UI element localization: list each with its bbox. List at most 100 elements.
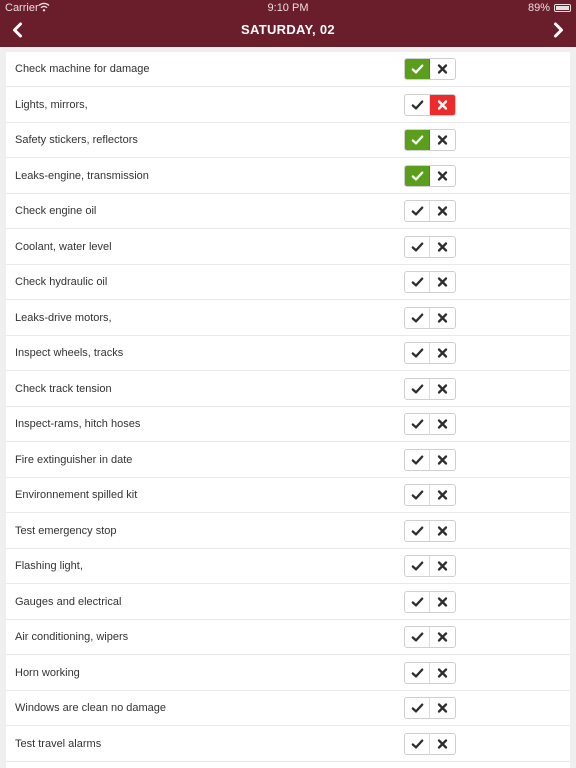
chevron-right-icon: [554, 22, 563, 38]
pass-button[interactable]: [405, 485, 430, 505]
forward-button[interactable]: [546, 18, 570, 42]
close-icon: [437, 419, 448, 429]
pass-button[interactable]: [405, 130, 430, 150]
pass-button[interactable]: [405, 165, 430, 186]
fail-button[interactable]: [430, 627, 455, 647]
pass-fail-toggle: [404, 448, 456, 471]
fail-button[interactable]: [430, 592, 455, 612]
check-icon: [411, 596, 424, 607]
close-icon: [437, 738, 448, 749]
fail-button[interactable]: [430, 94, 455, 115]
fail-button[interactable]: [430, 521, 455, 541]
checklist-row: Coolant, water level: [6, 230, 570, 265]
pass-fail-toggle: [404, 377, 456, 400]
pass-fail-toggle: [404, 626, 456, 648]
checklist-row: Air conditioning, wipers: [6, 620, 570, 655]
fail-button[interactable]: [430, 485, 455, 505]
pass-button[interactable]: [405, 201, 430, 221]
fail-button[interactable]: [430, 663, 455, 683]
fail-button[interactable]: [430, 556, 455, 576]
fail-button[interactable]: [430, 272, 455, 292]
nav-bar: SATURDAY, 02: [0, 16, 576, 47]
close-icon: [437, 525, 448, 536]
fail-button[interactable]: [430, 379, 455, 399]
checklist-row: Environnement spilled kit: [6, 478, 570, 513]
fail-button[interactable]: [430, 343, 455, 363]
pass-button[interactable]: [405, 591, 430, 612]
close-icon: [437, 241, 448, 252]
back-button[interactable]: [6, 18, 30, 42]
fail-button[interactable]: [430, 308, 455, 328]
pass-button[interactable]: [405, 272, 430, 292]
fail-button[interactable]: [430, 130, 455, 150]
fail-button[interactable]: [430, 59, 455, 79]
pass-button[interactable]: [405, 449, 430, 470]
pass-button[interactable]: [405, 236, 430, 257]
pass-button[interactable]: [405, 59, 430, 79]
check-icon: [411, 525, 424, 536]
check-icon: [411, 312, 424, 323]
checklist-item-label: Horn working: [15, 666, 80, 679]
pass-button[interactable]: [405, 307, 430, 328]
checklist: Check machine for damage Lights, mirrors,…: [6, 52, 570, 768]
checklist-item-label: Leaks-engine, transmission: [15, 169, 149, 182]
pass-fail-toggle: [404, 519, 456, 542]
checklist-row: Lights, mirrors,: [6, 88, 570, 123]
close-icon: [437, 490, 448, 500]
checklist-item-label: Inspect-rams, hitch hoses: [15, 418, 141, 430]
check-icon: [411, 383, 424, 394]
close-icon: [437, 667, 448, 678]
checklist-item-label: Check engine oil: [15, 205, 97, 217]
checklist-row: Fire extinguisher in date: [6, 443, 570, 478]
close-icon: [437, 596, 448, 607]
check-icon: [411, 738, 424, 749]
checklist-row: Horn working: [6, 656, 570, 691]
fail-button[interactable]: [430, 201, 455, 221]
pass-fail-toggle: [404, 129, 456, 151]
check-icon: [411, 99, 424, 110]
checklist-item-label: Environnement spilled kit: [15, 489, 138, 501]
pass-button[interactable]: [405, 520, 430, 541]
pass-button[interactable]: [405, 378, 430, 399]
check-icon: [411, 419, 424, 429]
pass-button[interactable]: [405, 556, 430, 576]
pass-button[interactable]: [405, 733, 430, 754]
checklist-item-label: Check hydraulic oil: [15, 276, 108, 288]
fail-button[interactable]: [430, 237, 455, 257]
check-icon: [411, 206, 424, 216]
check-icon: [411, 632, 424, 642]
pass-fail-toggle: [404, 590, 456, 613]
fail-button[interactable]: [430, 450, 455, 470]
checklist-item-label: Test travel alarms: [15, 737, 102, 750]
pass-fail-toggle: [404, 413, 456, 435]
pass-button[interactable]: [405, 94, 430, 115]
checklist-row: Check hydraulic oil: [6, 265, 570, 300]
fail-button[interactable]: [430, 414, 455, 434]
fail-button[interactable]: [430, 734, 455, 754]
checklist-item-label: Windows are clean no damage: [15, 702, 167, 714]
checklist-item-label: Gauges and electrical: [15, 595, 122, 608]
checklist-item-label: Flashing light,: [15, 560, 83, 572]
checklist-row: Flashing light,: [6, 549, 570, 584]
fail-button[interactable]: [430, 698, 455, 718]
pass-button[interactable]: [405, 662, 430, 683]
pass-fail-toggle: [404, 164, 456, 187]
checklist-item-label: Test emergency stop: [15, 524, 117, 537]
pass-button[interactable]: [405, 698, 430, 718]
fail-button[interactable]: [430, 166, 455, 186]
chevron-left-icon: [13, 22, 22, 38]
status-bar: Carrier 9:10 PM 89%: [0, 0, 576, 16]
close-icon: [437, 383, 448, 394]
check-icon: [411, 170, 424, 181]
close-icon: [437, 312, 448, 323]
check-icon: [411, 348, 424, 358]
checklist-row: Inspect wheels, tracks: [6, 336, 570, 371]
pass-button[interactable]: [405, 343, 430, 363]
pass-button[interactable]: [405, 414, 430, 434]
checklist-row: Safety stickers, reflectors: [6, 123, 570, 158]
check-icon: [411, 561, 424, 571]
checklist-row: Check engine oil: [6, 194, 570, 229]
checklist-item-label: Coolant, water level: [15, 240, 112, 253]
close-icon: [437, 703, 448, 713]
pass-button[interactable]: [405, 627, 430, 647]
